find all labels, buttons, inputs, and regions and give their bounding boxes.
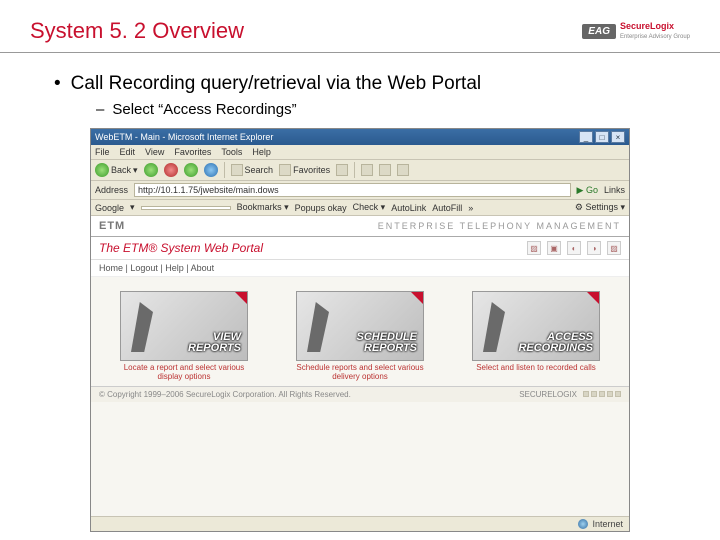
card-access-recordings[interactable]: ACCESSRECORDINGS Select and listen to re… [468,291,604,382]
maximize-button[interactable]: □ [595,131,609,143]
close-button[interactable]: × [611,131,625,143]
bullet-marker: • [54,73,61,95]
footer-brand: SECURELOGIX [519,390,577,399]
page-content: ETM ENTERPRISE TELEPHONY MANAGEMENT The … [91,216,629,516]
minimize-button[interactable]: _ [579,131,593,143]
globe-icon [578,519,588,529]
menu-bar: File Edit View Favorites Tools Help [91,145,629,160]
card-caption: Locate a report and select various displ… [116,364,252,382]
bullet-2-text: Select “Access Recordings” [112,101,296,118]
go-button[interactable]: ▶ Go [577,185,598,196]
brand-main: SecureLogix [620,21,674,31]
google-bookmarks[interactable]: Bookmarks ▾ [237,202,289,213]
brand-badge: EAG [582,24,616,39]
refresh-button[interactable] [184,163,198,177]
address-bar: Address http://10.1.1.75/jwebsite/main.d… [91,181,629,200]
menu-view[interactable]: View [145,147,164,157]
etm-logo: ETM [99,220,125,232]
footer-squares [583,391,621,397]
edit-button[interactable] [397,164,409,176]
portal-icon[interactable]: ◐ [567,241,581,255]
google-check[interactable]: Check ▾ [353,202,386,213]
forward-button[interactable] [144,163,158,177]
home-button[interactable] [204,163,218,177]
menu-file[interactable]: File [95,147,110,157]
bullet-level-2: – Select “Access Recordings” [96,101,680,118]
menu-edit[interactable]: Edit [120,147,136,157]
status-bar: Internet [91,516,629,531]
slide-title: System 5. 2 Overview [30,18,244,44]
menu-favorites[interactable]: Favorites [174,147,211,157]
status-text: Internet [592,519,623,529]
google-settings[interactable]: ⚙ Settings ▾ [575,202,625,213]
toolbar-more[interactable]: » [468,203,473,213]
bullet-level-1: • Call Recording query/retrieval via the… [40,73,680,95]
brand-sub: Enterprise Advisory Group [620,34,690,40]
portal-icon[interactable]: ◑ [587,241,601,255]
mail-button[interactable] [361,164,373,176]
print-button[interactable] [379,164,391,176]
bullet-marker: – [96,101,104,118]
card-view-reports[interactable]: VIEWREPORTS Locate a report and select v… [116,291,252,382]
links-label[interactable]: Links [604,185,625,195]
copyright: © Copyright 1999–2006 SecureLogix Corpor… [99,390,351,399]
card-schedule-reports[interactable]: SCHEDULEREPORTS Schedule reports and sel… [292,291,428,382]
google-search-input[interactable] [141,206,231,210]
bullet-1-text: Call Recording query/retrieval via the W… [71,73,481,95]
menu-tools[interactable]: Tools [221,147,242,157]
card-caption: Schedule reports and select various deli… [292,364,428,382]
google-autolink[interactable]: AutoLink [391,203,426,213]
card-caption: Select and listen to recorded calls [476,364,596,373]
etm-caption: ENTERPRISE TELEPHONY MANAGEMENT [378,221,621,231]
portal-title: The ETM® System Web Portal [99,241,263,255]
address-label: Address [95,185,128,195]
window-titlebar: WebETM - Main - Microsoft Internet Explo… [91,129,629,145]
google-popups[interactable]: Popups okay [295,203,347,213]
google-autofill[interactable]: AutoFill [432,203,462,213]
menu-help[interactable]: Help [252,147,271,157]
portal-nav[interactable]: Home | Logout | Help | About [91,260,629,277]
brand-logo: EAG SecureLogix Enterprise Advisory Grou… [582,22,690,40]
stop-button[interactable] [164,163,178,177]
search-button[interactable]: Search [231,164,274,176]
portal-icon[interactable]: ▨ [607,241,621,255]
favorites-button[interactable]: Favorites [279,164,330,176]
google-toolbar: Google ▾ Bookmarks ▾ Popups okay Check ▾… [91,200,629,216]
nav-toolbar: Back ▾ Search Favorites [91,160,629,181]
window-title: WebETM - Main - Microsoft Internet Explo… [95,132,273,142]
portal-icon[interactable]: ▨ [527,241,541,255]
portal-icon[interactable]: ▣ [547,241,561,255]
history-button[interactable] [336,164,348,176]
browser-window: WebETM - Main - Microsoft Internet Explo… [90,128,630,532]
google-label[interactable]: Google [95,203,124,213]
back-button[interactable]: Back ▾ [95,163,138,177]
address-input[interactable]: http://10.1.1.75/jwebsite/main.dows [134,183,571,197]
